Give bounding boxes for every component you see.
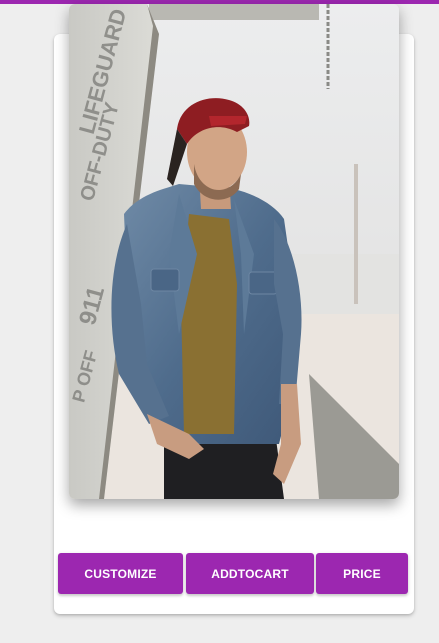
- add-to-cart-button[interactable]: ADDTOCART: [186, 553, 314, 594]
- price-button[interactable]: PRICE: [316, 553, 408, 594]
- man-in-denim-jacket-photo-icon: LIFEGUARD OFF-DUTY 911 P OFF: [69, 4, 399, 499]
- product-image: LIFEGUARD OFF-DUTY 911 P OFF: [69, 4, 399, 499]
- action-bar: CUSTOMIZE ADDTOCART PRICE: [58, 553, 408, 594]
- customize-button[interactable]: CUSTOMIZE: [58, 553, 183, 594]
